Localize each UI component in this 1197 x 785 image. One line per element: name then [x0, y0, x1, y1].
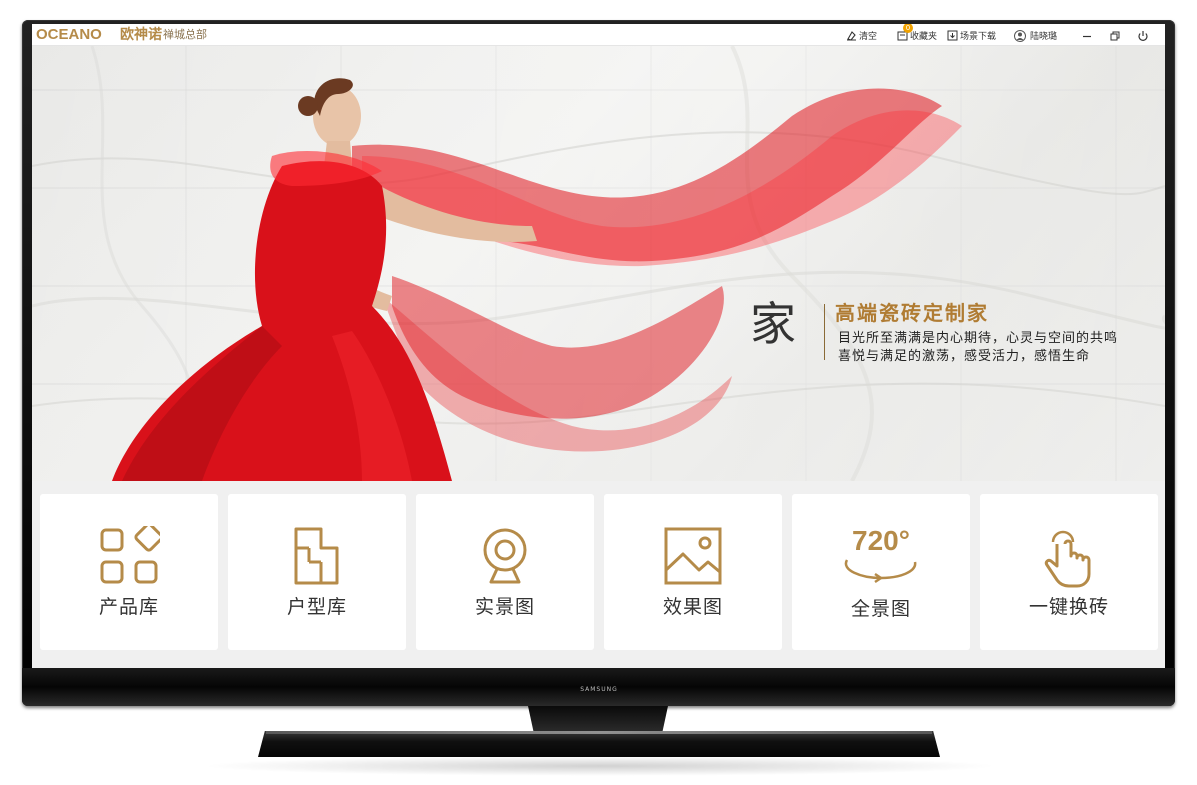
clear-label: 清空	[859, 31, 878, 42]
panorama-720-text: 720°	[852, 525, 910, 556]
title-bar: OCEANO 欧神诺 禅城总部 清空 0 收藏夹 场景下载 陆晓璐	[32, 24, 1165, 46]
model-in-red-dress-image	[112, 78, 962, 481]
tv-stand-base	[258, 731, 940, 757]
tile-renderings[interactable]: 效果图	[604, 494, 782, 650]
slogan-title: 高端瓷砖定制家	[835, 301, 989, 325]
tile-label: 效果图	[662, 596, 723, 618]
power-icon	[1138, 31, 1148, 41]
tile-product-library[interactable]: 产品库	[40, 494, 218, 650]
restore-button[interactable]	[1108, 28, 1122, 42]
tile-panorama[interactable]: 720° 全景图	[792, 494, 970, 650]
minimize-button[interactable]	[1080, 28, 1094, 42]
branch-name: 禅城总部	[163, 28, 207, 41]
tv-brand-label: SAMSUNG	[580, 686, 618, 693]
download-icon	[947, 30, 958, 41]
favorites-button[interactable]: 0 收藏夹	[897, 24, 938, 42]
scene-download-label: 场景下载	[960, 31, 997, 42]
user-name: 陆晓璐	[1030, 31, 1058, 42]
tile-one-click-tile-swap[interactable]: 一键换砖	[980, 494, 1158, 650]
scene-download-button[interactable]: 场景下载	[947, 28, 996, 42]
favorites-label: 收藏夹	[910, 31, 938, 42]
minimize-icon	[1083, 35, 1091, 38]
brand-logo: OCEANO	[36, 26, 102, 43]
user-avatar-icon	[1014, 29, 1026, 42]
power-button[interactable]	[1136, 28, 1150, 42]
clear-icon	[846, 30, 857, 41]
tile-label: 产品库	[98, 596, 159, 618]
app-screen: OCEANO 欧神诺 禅城总部 清空 0 收藏夹 场景下载 陆晓璐 家 高端瓷砖…	[32, 24, 1165, 668]
slogan-divider	[824, 304, 825, 360]
tap-hand-icon	[1044, 530, 1091, 588]
tile-label: 全景图	[850, 598, 911, 620]
grid-diamond-icon	[100, 526, 160, 584]
favorites-count-badge: 0	[903, 24, 913, 33]
tile-label: 户型库	[286, 596, 347, 618]
floorplan-icon	[294, 527, 339, 585]
clear-button[interactable]: 清空	[846, 28, 877, 42]
tile-real-scenes[interactable]: 实景图	[416, 494, 594, 650]
tv-stand-highlight	[266, 731, 932, 734]
user-account-button[interactable]: 陆晓璐	[1014, 28, 1057, 42]
feature-tiles: 产品库 户型库 实景图 效果图 720° 全景图 一键换砖	[40, 494, 1160, 650]
folder-icon: 0	[897, 24, 913, 41]
image-icon	[664, 527, 722, 585]
hero-banner[interactable]: 家 高端瓷砖定制家 目光所至满满是内心期待，心灵与空间的共鸣 喜悦与满足的激荡，…	[32, 46, 1165, 481]
tile-floorplan-library[interactable]: 户型库	[228, 494, 406, 650]
tv-stand-shadow	[200, 756, 1000, 776]
slogan-text-line-2: 喜悦与满足的激荡，感受活力，感悟生命	[838, 349, 1091, 364]
tv-stand-neck	[528, 706, 668, 732]
slogan-text-line-1: 目光所至满满是内心期待，心灵与空间的共鸣	[838, 331, 1119, 346]
webcam-icon	[483, 528, 527, 584]
brand-logo-cn: 欧神诺	[120, 27, 162, 43]
tile-label: 实景图	[474, 596, 535, 618]
restore-icon	[1110, 31, 1120, 41]
panorama-720-icon: 720°	[844, 525, 917, 584]
tile-label: 一键换砖	[1028, 596, 1109, 618]
slogan-big-character: 家	[750, 297, 796, 351]
